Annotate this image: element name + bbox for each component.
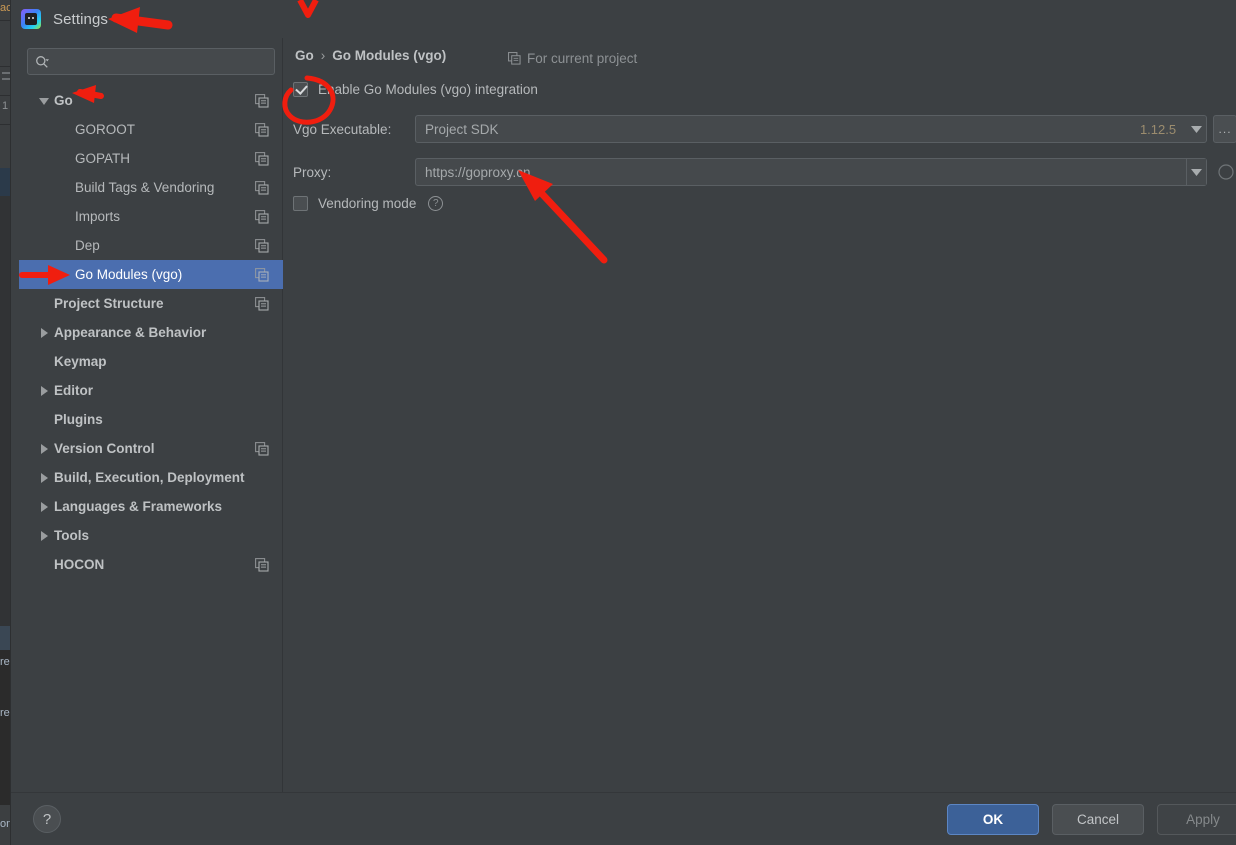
sidebar-item-label: Languages & Frameworks (54, 499, 223, 514)
sidebar-item-label: Keymap (54, 354, 107, 369)
help-button[interactable]: ? (33, 805, 61, 833)
breadcrumb-separator: › (320, 48, 326, 63)
vendoring-mode-checkbox[interactable] (293, 196, 308, 211)
sidebar-item-goroot[interactable]: GOROOT (19, 115, 283, 144)
vgo-version-label: 1.12.5 (1139, 121, 1177, 137)
proxy-label: Proxy: (293, 164, 332, 180)
search-icon (34, 54, 50, 70)
chevron-right-icon[interactable] (37, 471, 51, 485)
copy-icon[interactable] (255, 180, 269, 195)
copy-icon[interactable] (255, 296, 269, 311)
proxy-row: Proxy: https://goproxy.cn (293, 158, 1236, 186)
vgo-executable-value: Project SDK (425, 121, 499, 137)
settings-sidebar: Go GOROOT GOPATH Build Tags & Vendoring Impo… (19, 38, 283, 792)
copy-icon[interactable] (255, 557, 269, 572)
sidebar-item-dep[interactable]: Dep (19, 231, 283, 260)
settings-tree: Go GOROOT GOPATH Build Tags & Vendoring Impo… (19, 86, 283, 579)
vgo-executable-browse-button[interactable]: ... (1213, 115, 1236, 143)
scope-indicator: For current project (508, 51, 637, 66)
sidebar-item-label: Editor (54, 383, 93, 398)
sidebar-item-gopath[interactable]: GOPATH (19, 144, 283, 173)
chevron-right-icon[interactable] (37, 326, 51, 340)
sidebar-item-label: HOCON (54, 557, 105, 572)
goland-icon (21, 9, 41, 29)
screen: ac 1 re re on Settings Go GOROOT GOPATH … (0, 0, 1236, 845)
vgo-executable-row: Vgo Executable: Project SDK 1.12.5 ... (293, 115, 1236, 143)
breadcrumb: Go › Go Modules (vgo) (295, 48, 446, 63)
enable-go-modules-row[interactable]: Enable Go Modules (vgo) integration (293, 82, 538, 97)
sidebar-item-go-modules-vgo[interactable]: Go Modules (vgo) (19, 260, 283, 289)
sidebar-item-label: Version Control (54, 441, 155, 456)
breadcrumb-current: Go Modules (vgo) (332, 48, 447, 63)
sidebar-item-label: GOPATH (75, 151, 131, 166)
chevron-right-icon[interactable] (37, 500, 51, 514)
sidebar-item-go[interactable]: Go (19, 86, 283, 115)
sidebar-item-languages-frameworks[interactable]: Languages & Frameworks (19, 492, 283, 521)
sidebar-item-keymap[interactable]: Keymap (19, 347, 283, 376)
vendoring-mode-label: Vendoring mode (318, 196, 417, 211)
search-input[interactable] (54, 49, 268, 74)
apply-button[interactable]: Apply (1157, 804, 1236, 835)
sidebar-item-label: Build Tags & Vendoring (75, 180, 215, 195)
proxy-value[interactable]: https://goproxy.cn (416, 165, 1186, 180)
sidebar-item-version-control[interactable]: Version Control (19, 434, 283, 463)
vendoring-mode-row[interactable]: Vendoring mode ? (293, 196, 444, 211)
dialog-title: Settings (53, 10, 108, 28)
proxy-info-icon[interactable] (1215, 161, 1236, 183)
sidebar-item-imports[interactable]: Imports (19, 202, 283, 231)
cancel-button[interactable]: Cancel (1052, 804, 1144, 835)
sidebar-item-project-structure[interactable]: Project Structure (19, 289, 283, 318)
help-circle-icon[interactable]: ? (428, 196, 444, 211)
copy-icon[interactable] (255, 267, 269, 282)
copy-icon[interactable] (255, 122, 269, 137)
proxy-combo[interactable]: https://goproxy.cn (415, 158, 1208, 186)
sidebar-item-label: GOROOT (75, 122, 135, 137)
sidebar-item-hocon[interactable]: HOCON (19, 550, 283, 579)
ide-fragment-3: re (0, 707, 10, 719)
vgo-executable-combo[interactable]: Project SDK 1.12.5 (415, 115, 1208, 143)
sidebar-item-label: Go (54, 93, 73, 108)
chevron-right-icon[interactable] (37, 442, 51, 456)
sidebar-item-plugins[interactable]: Plugins (19, 405, 283, 434)
vgo-executable-label: Vgo Executable: (293, 121, 392, 137)
sidebar-item-label: Go Modules (vgo) (75, 267, 183, 282)
sidebar-item-label: Dep (75, 238, 100, 253)
settings-content-panel: Go › Go Modules (vgo) For current projec… (283, 38, 1236, 792)
dialog-footer: ? OK Cancel Apply (11, 792, 1236, 845)
chevron-down-icon[interactable] (37, 94, 51, 108)
ide-fragment-1: 1 (2, 100, 9, 112)
breadcrumb-root[interactable]: Go (295, 48, 314, 63)
sidebar-item-label: Build, Execution, Deployment (54, 470, 245, 485)
sidebar-item-editor[interactable]: Editor (19, 376, 283, 405)
copy-icon[interactable] (255, 238, 269, 253)
chevron-down-icon[interactable] (1186, 125, 1206, 133)
copy-icon[interactable] (255, 93, 269, 108)
settings-dialog: Settings Go GOROOT GOPATH Build Tags & Vend… (10, 0, 1236, 845)
sidebar-item-label: Project Structure (54, 296, 164, 311)
dialog-titlebar: Settings (11, 0, 1236, 38)
enable-go-modules-label: Enable Go Modules (vgo) integration (318, 82, 538, 97)
copy-icon[interactable] (255, 441, 269, 456)
sidebar-item-build-tags-vendoring[interactable]: Build Tags & Vendoring (19, 173, 283, 202)
ok-button[interactable]: OK (947, 804, 1039, 835)
scope-label: For current project (527, 51, 638, 66)
sidebar-item-appearance-behavior[interactable]: Appearance & Behavior (19, 318, 283, 347)
sidebar-item-label: Tools (54, 528, 89, 543)
sidebar-item-label: Plugins (54, 412, 103, 427)
chevron-right-icon[interactable] (37, 384, 51, 398)
chevron-down-icon[interactable] (1186, 159, 1207, 185)
sidebar-item-build-execution-deployment[interactable]: Build, Execution, Deployment (19, 463, 283, 492)
sidebar-item-label: Appearance & Behavior (54, 325, 207, 340)
ide-fragment-2: re (0, 656, 10, 668)
sidebar-item-label: Imports (75, 209, 121, 224)
copy-icon (508, 52, 521, 65)
copy-icon[interactable] (255, 151, 269, 166)
copy-icon[interactable] (255, 209, 269, 224)
search-box[interactable] (27, 48, 275, 75)
chevron-right-icon[interactable] (37, 529, 51, 543)
sidebar-item-tools[interactable]: Tools (19, 521, 283, 550)
enable-go-modules-checkbox[interactable] (293, 82, 308, 97)
